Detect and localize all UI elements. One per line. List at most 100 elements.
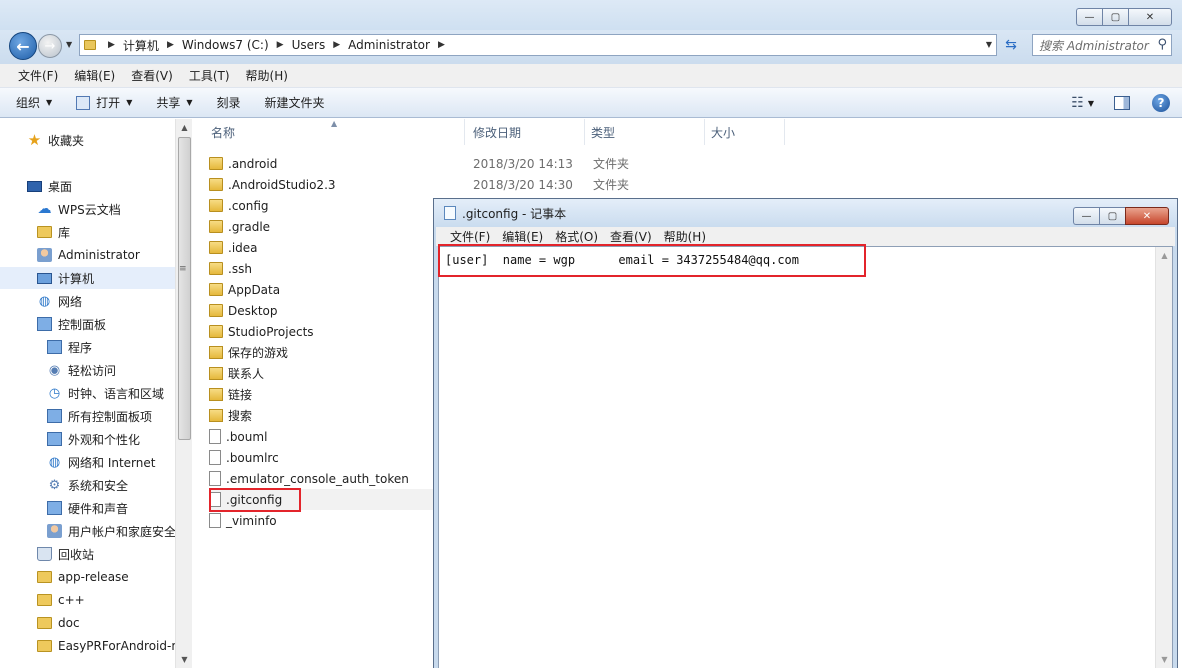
column-header-size[interactable]: 大小 [705, 119, 785, 145]
recent-pages-dropdown[interactable]: ▼ [66, 40, 72, 49]
sidebar-item-easyprforandroid[interactable]: EasyPRForAndroid-m [0, 635, 175, 657]
menu-file[interactable]: 文件(F) [10, 67, 66, 84]
file-row[interactable]: .AndroidStudio2.3 2018/3/20 14:30 文件夹 [209, 174, 1169, 195]
breadcrumb-root-arrow[interactable]: ▶ [100, 40, 123, 50]
column-header-name[interactable]: 名称 [193, 119, 465, 145]
chevron-right-icon: ▶ [276, 40, 284, 50]
notepad-text-area[interactable]: [user] name = wgp email = 3437255484@qq.… [438, 246, 1173, 668]
sidebar-item-programs[interactable]: 程序 [0, 336, 175, 358]
new-folder-button[interactable]: 新建文件夹 [265, 94, 325, 111]
notepad-menu-file[interactable]: 文件(F) [444, 228, 496, 245]
sidebar-item-hardware-sound[interactable]: 硬件和声音 [0, 497, 175, 519]
address-history-dropdown[interactable]: ▼ [986, 40, 992, 49]
file-icon [209, 450, 221, 465]
sidebar-item-network-internet[interactable]: ◍ 网络和 Internet [0, 451, 175, 473]
notepad-menu-help[interactable]: 帮助(H) [658, 228, 712, 245]
breadcrumb-administrator[interactable]: Administrator ▶ [348, 38, 453, 52]
hardware-sound-icon [47, 501, 62, 515]
view-options-icon[interactable]: ☷ [1071, 95, 1084, 111]
notepad-scrollbar[interactable]: ▲ ▼ [1155, 247, 1172, 668]
menu-tools[interactable]: 工具(T) [181, 67, 238, 84]
column-header-type[interactable]: 类型 [585, 119, 705, 145]
sidebar-item-doc[interactable]: doc [0, 612, 175, 634]
address-bar[interactable]: ▶ 计算机 ▶ Windows7 (C:) ▶ Users ▶ Administrat… [79, 34, 997, 56]
notepad-close-button[interactable]: ✕ [1125, 207, 1169, 225]
breadcrumb-drive[interactable]: Windows7 (C:) ▶ [182, 38, 292, 52]
scrollbar-thumb[interactable] [178, 137, 191, 440]
sidebar-item-all-control-panel-items[interactable]: 所有控制面板项 [0, 405, 175, 427]
sidebar-scrollbar[interactable]: ▲ ≡ ▼ [175, 119, 192, 668]
search-input[interactable]: 搜索 Administrator ⚲ [1032, 34, 1172, 56]
menu-edit[interactable]: 编辑(E) [66, 67, 123, 84]
file-row[interactable]: .android 2018/3/20 14:13 文件夹 [209, 153, 1169, 174]
scroll-down-arrow[interactable]: ▼ [1156, 651, 1173, 668]
notepad-minimize-button[interactable]: — [1073, 207, 1099, 225]
organize-button[interactable]: 组织 ▼ [16, 94, 52, 111]
chevron-right-icon: ▶ [108, 40, 115, 50]
sidebar-item-wps-cloud[interactable]: ☁ WPS云文档 [0, 198, 175, 220]
sidebar-item-system-security[interactable]: ⚙ 系统和安全 [0, 474, 175, 496]
burn-button[interactable]: 刻录 [217, 94, 241, 111]
notepad-menu-edit[interactable]: 编辑(E) [496, 228, 549, 245]
folder-icon [37, 571, 52, 583]
view-dropdown[interactable]: ▼ [1088, 99, 1094, 108]
sidebar-item-control-panel[interactable]: 控制面板 [0, 313, 175, 335]
sidebar-item-clock-language-region[interactable]: ◷ 时钟、语言和区域 [0, 382, 175, 404]
sidebar-item-ease-of-access[interactable]: ◉ 轻松访问 [0, 359, 175, 381]
file-icon [209, 471, 221, 486]
open-icon [76, 95, 91, 110]
sidebar-item-desktop[interactable]: 桌面 [0, 175, 175, 197]
sidebar-item-cpp[interactable]: c++ [0, 589, 175, 611]
sidebar-item-app-release[interactable]: app-release [0, 566, 175, 588]
sidebar-item-appearance[interactable]: 外观和个性化 [0, 428, 175, 450]
sidebar-item-network[interactable]: ◍ 网络 [0, 290, 175, 312]
share-button[interactable]: 共享 ▼ [156, 94, 192, 111]
close-button[interactable]: ✕ [1128, 8, 1172, 26]
sidebar-item-administrator[interactable]: Administrator [0, 244, 175, 266]
forward-button[interactable]: → [38, 34, 62, 58]
notepad-maximize-button[interactable]: ▢ [1099, 207, 1125, 225]
arrow-left-icon: ← [16, 36, 30, 56]
notepad-menu-view[interactable]: 查看(V) [604, 228, 658, 245]
folder-icon [209, 178, 223, 191]
sidebar-item-computer[interactable]: 计算机 [0, 267, 175, 289]
search-icon[interactable]: ⚲ [1157, 37, 1167, 52]
chevron-right-icon: ▶ [333, 40, 341, 50]
back-button[interactable]: ← [9, 32, 37, 60]
minimize-button[interactable]: — [1076, 8, 1102, 26]
folder-icon [84, 40, 96, 50]
navigation-bar: ← → ▼ ▶ 计算机 ▶ Windows7 (C:) ▶ Users ▶ Admin… [0, 30, 1182, 64]
scroll-up-arrow[interactable]: ▲ [176, 119, 192, 136]
scroll-up-arrow[interactable]: ▲ [1156, 247, 1173, 264]
network-internet-icon: ◍ [48, 454, 61, 470]
open-button[interactable]: 打开 ▼ [76, 94, 132, 111]
refresh-button[interactable]: ⇆ [1000, 34, 1022, 56]
sidebar-item-library[interactable]: 库 [0, 221, 175, 243]
help-icon[interactable]: ? [1152, 94, 1170, 112]
chevron-down-icon: ▼ [186, 98, 193, 107]
menu-view[interactable]: 查看(V) [123, 67, 181, 84]
explorer-titlebar: — ▢ ✕ [0, 0, 1182, 30]
folder-icon [209, 304, 223, 317]
sidebar-item-user-accounts[interactable]: 用户帐户和家庭安全 [0, 520, 175, 542]
notepad-menu-format[interactable]: 格式(O) [549, 228, 604, 245]
breadcrumb-computer[interactable]: 计算机 ▶ [123, 37, 182, 54]
breadcrumb-users[interactable]: Users ▶ [292, 38, 349, 52]
menu-help[interactable]: 帮助(H) [238, 67, 296, 84]
column-header-date[interactable]: 修改日期 [465, 119, 585, 145]
maximize-button[interactable]: ▢ [1102, 8, 1128, 26]
navigation-pane: ★ 收藏夹 桌面 ☁ WPS云文档 库 Administrator 计算机 ◍ 网络 … [0, 119, 192, 668]
sidebar-item-favorites[interactable]: ★ 收藏夹 [0, 129, 175, 151]
window-controls: — ▢ ✕ [1076, 8, 1172, 26]
scroll-down-arrow[interactable]: ▼ [176, 651, 192, 668]
folder-icon [209, 346, 223, 359]
notepad-content: [user] name = wgp email = 3437255484@qq.… [445, 253, 800, 267]
notepad-icon [444, 206, 456, 220]
file-name: .AndroidStudio2.3 [228, 177, 336, 192]
folder-icon [209, 283, 223, 296]
sidebar-item-recycle-bin[interactable]: 回收站 [0, 543, 175, 565]
folder-icon [209, 157, 223, 170]
file-name: .android [228, 156, 278, 171]
file-icon [209, 513, 221, 528]
preview-pane-icon[interactable] [1114, 96, 1130, 110]
